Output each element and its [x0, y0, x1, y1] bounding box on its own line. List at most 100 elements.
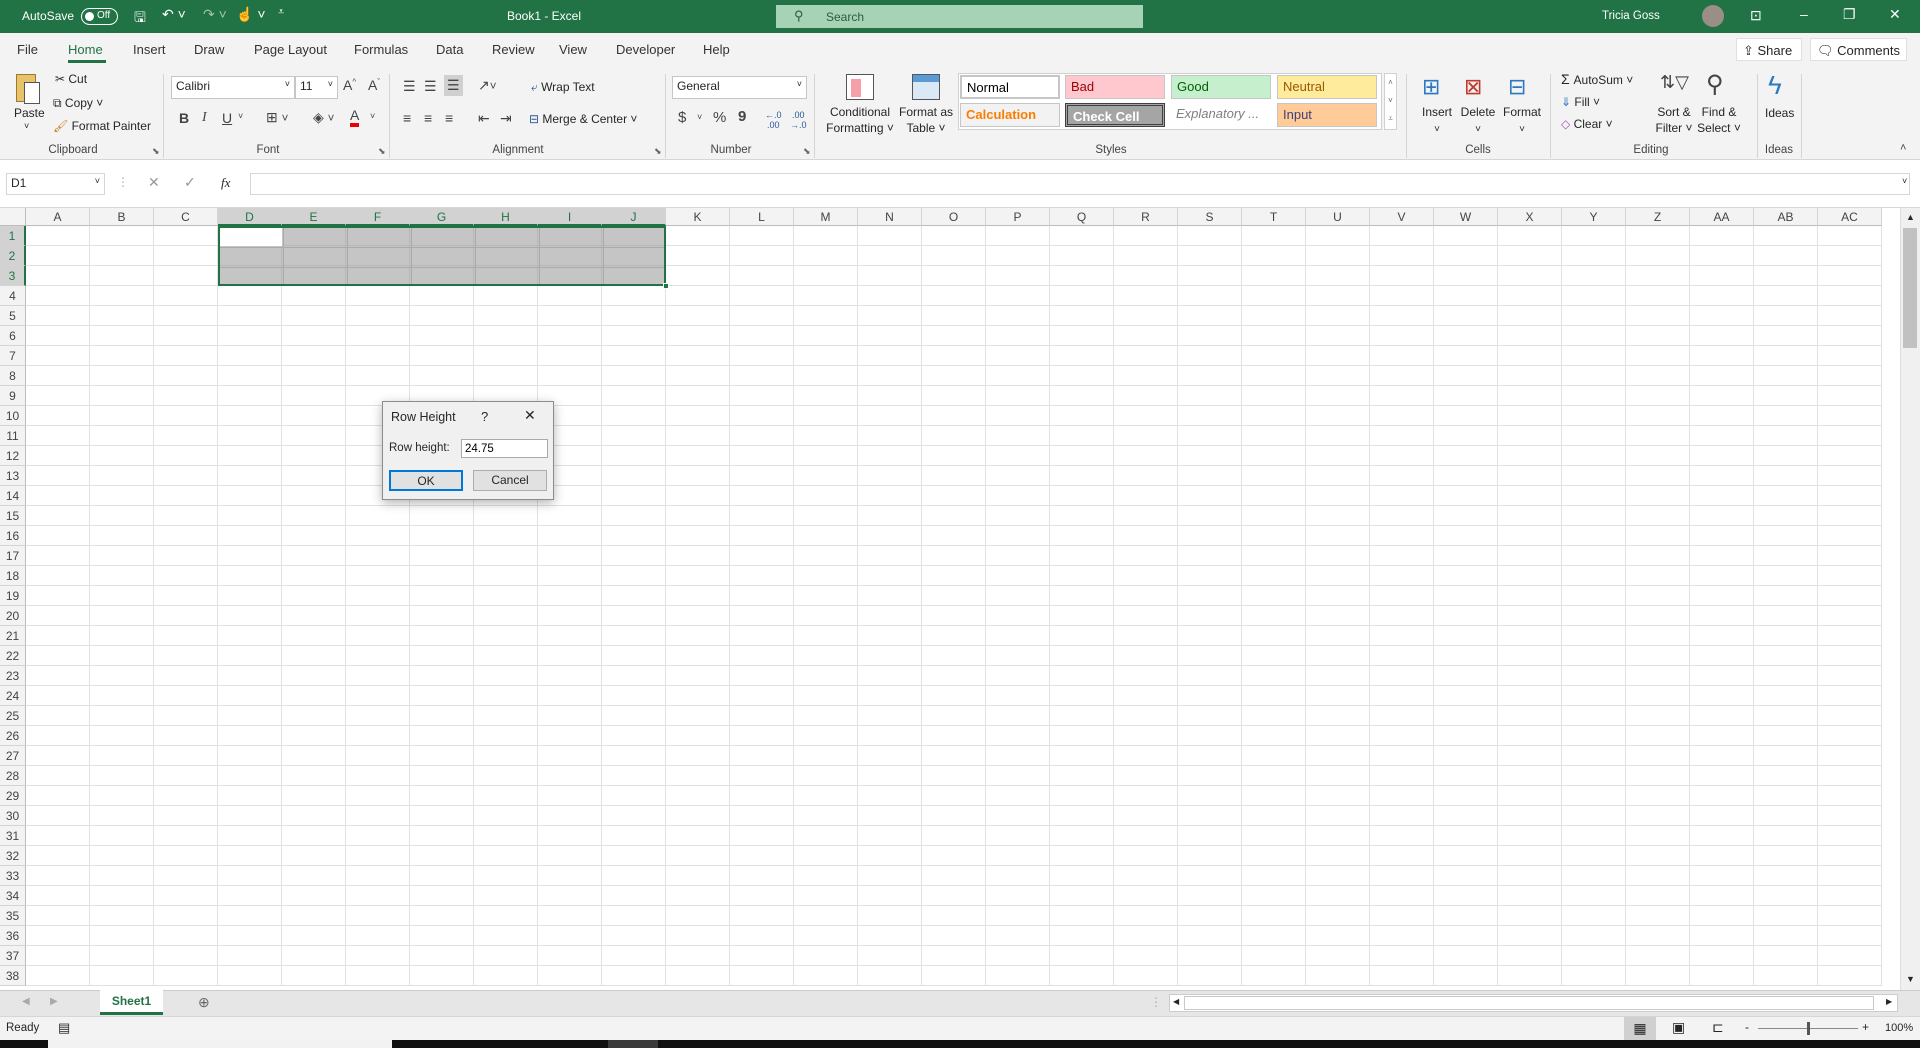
row-header-34[interactable]: 34: [0, 886, 26, 906]
format-cells-button[interactable]: Format ˅: [1500, 104, 1544, 138]
tab-view[interactable]: View: [559, 42, 587, 57]
column-header-S[interactable]: S: [1178, 208, 1242, 226]
column-header-AC[interactable]: AC: [1818, 208, 1882, 226]
tab-data[interactable]: Data: [436, 42, 463, 57]
selected-range[interactable]: [218, 226, 666, 286]
zoom-out-button[interactable]: -: [1745, 1020, 1749, 1034]
format-painter-button[interactable]: 🖌 Format Painter: [53, 119, 151, 133]
row-header-32[interactable]: 32: [0, 846, 26, 866]
number-format-select[interactable]: General ˅: [672, 76, 807, 99]
column-header-U[interactable]: U: [1306, 208, 1370, 226]
merge-center-button[interactable]: ⊟ Merge & Center ˅: [529, 112, 637, 126]
cell-style-calculation[interactable]: Calculation: [960, 103, 1060, 127]
close-icon[interactable]: ✕: [1889, 6, 1901, 23]
column-header-Q[interactable]: Q: [1050, 208, 1114, 226]
column-header-A[interactable]: A: [26, 208, 90, 226]
row-header-31[interactable]: 31: [0, 826, 26, 846]
column-header-V[interactable]: V: [1370, 208, 1434, 226]
delete-cells-button[interactable]: Delete ˅: [1458, 104, 1498, 138]
cells-area[interactable]: [26, 226, 1882, 986]
fill-color-icon[interactable]: ◈ ˅: [313, 109, 334, 126]
name-box[interactable]: D1 ˅: [6, 173, 105, 195]
row-header-29[interactable]: 29: [0, 786, 26, 806]
row-header-36[interactable]: 36: [0, 926, 26, 946]
font-size-select[interactable]: 11 ˅: [295, 76, 338, 99]
enter-entry-icon[interactable]: ✓: [184, 174, 196, 191]
tab-draw[interactable]: Draw: [194, 42, 224, 57]
top-align-icon[interactable]: ☰: [403, 78, 416, 95]
row-header-38[interactable]: 38: [0, 966, 26, 986]
clear-button[interactable]: ◇ Clear ˅: [1561, 117, 1613, 131]
percent-button[interactable]: %: [713, 109, 726, 126]
row-header-35[interactable]: 35: [0, 906, 26, 926]
column-header-F[interactable]: F: [346, 208, 410, 226]
column-header-K[interactable]: K: [666, 208, 730, 226]
cell-style-check-cell[interactable]: Check Cell: [1065, 103, 1165, 127]
bottom-align-icon[interactable]: ☰: [444, 75, 463, 96]
column-header-AA[interactable]: AA: [1690, 208, 1754, 226]
ideas-button[interactable]: Ideas: [1765, 106, 1794, 120]
column-header-AB[interactable]: AB: [1754, 208, 1818, 226]
middle-align-icon[interactable]: ☰: [424, 78, 437, 95]
column-header-E[interactable]: E: [282, 208, 346, 226]
cancel-entry-icon[interactable]: ✕: [148, 174, 160, 191]
macro-recording-icon[interactable]: ▤: [58, 1020, 70, 1036]
scroll-left-icon[interactable]: ◀: [1173, 997, 1179, 1006]
page-layout-view-icon[interactable]: ▣: [1672, 1019, 1685, 1036]
row-header-3[interactable]: 3: [0, 266, 26, 286]
sort-filter-button[interactable]: Sort & Filter ˅: [1650, 104, 1698, 136]
zoom-in-button[interactable]: +: [1862, 1020, 1869, 1034]
taskbar-search[interactable]: [48, 1040, 392, 1048]
tab-developer[interactable]: Developer: [616, 42, 675, 57]
row-header-13[interactable]: 13: [0, 466, 26, 486]
row-header-19[interactable]: 19: [0, 586, 26, 606]
tab-help[interactable]: Help: [703, 42, 730, 57]
worksheet-grid[interactable]: A B C D E F G H I J K L M N O P Q R S T U V W X Y Z AA AB AC 1 2 3 4 5 6 7 8…: [0, 208, 1900, 990]
scroll-right-icon[interactable]: ▶: [1886, 997, 1892, 1006]
currency-button[interactable]: $: [678, 109, 686, 126]
currency-dropdown-icon[interactable]: ˅: [697, 112, 702, 122]
row-header-17[interactable]: 17: [0, 546, 26, 566]
column-header-Z[interactable]: Z: [1626, 208, 1690, 226]
row-header-23[interactable]: 23: [0, 666, 26, 686]
column-header-N[interactable]: N: [858, 208, 922, 226]
tab-insert[interactable]: Insert: [133, 42, 166, 57]
align-right-icon[interactable]: ≡: [445, 110, 453, 126]
find-select-button[interactable]: Find & Select ˅: [1694, 104, 1744, 136]
number-launcher-icon[interactable]: ⬊: [803, 146, 811, 157]
align-center-icon[interactable]: ≡: [424, 110, 432, 126]
autosum-button[interactable]: Σ AutoSum ˅: [1561, 71, 1633, 87]
row-header-30[interactable]: 30: [0, 806, 26, 826]
italic-button[interactable]: I: [202, 110, 207, 126]
tab-split-handle[interactable]: ⋮: [1150, 995, 1162, 1009]
wrap-text-button[interactable]: ⤶ Wrap Text: [531, 80, 595, 95]
ribbon-display-options-icon[interactable]: ⊡: [1750, 7, 1762, 24]
row-header-33[interactable]: 33: [0, 866, 26, 886]
row-header-25[interactable]: 25: [0, 706, 26, 726]
row-header-37[interactable]: 37: [0, 946, 26, 966]
conditional-formatting-button[interactable]: Conditional Formatting ˅: [822, 104, 898, 136]
vertical-scrollbar[interactable]: ▲ ▼: [1900, 208, 1920, 990]
format-as-table-button[interactable]: Format as Table ˅: [896, 104, 956, 136]
column-header-I[interactable]: I: [538, 208, 602, 226]
decrease-decimal-icon[interactable]: .00 →.0: [790, 110, 807, 130]
normal-view-icon[interactable]: ▦: [1624, 1017, 1656, 1040]
decrease-font-size-icon[interactable]: Aˇ: [368, 77, 380, 93]
cell-style-good[interactable]: Good: [1171, 75, 1271, 99]
clipboard-launcher-icon[interactable]: ⬊: [152, 146, 160, 157]
row-header-15[interactable]: 15: [0, 506, 26, 526]
touch-mode-icon[interactable]: ☝ ˅: [236, 6, 266, 23]
underline-dropdown-icon[interactable]: ˅: [238, 111, 243, 121]
column-header-M[interactable]: M: [794, 208, 858, 226]
tab-home[interactable]: Home: [68, 42, 103, 57]
underline-button[interactable]: U: [222, 110, 232, 126]
scroll-up-icon[interactable]: ▲: [1906, 212, 1915, 222]
select-all-button[interactable]: [0, 208, 26, 226]
increase-decimal-icon[interactable]: ←.0.00: [765, 110, 782, 130]
column-header-X[interactable]: X: [1498, 208, 1562, 226]
column-header-B[interactable]: B: [90, 208, 154, 226]
prev-sheet-icon[interactable]: ◀: [22, 996, 30, 1007]
borders-icon[interactable]: ⊞ ˅: [266, 109, 288, 126]
row-header-2[interactable]: 2: [0, 246, 26, 266]
column-header-T[interactable]: T: [1242, 208, 1306, 226]
